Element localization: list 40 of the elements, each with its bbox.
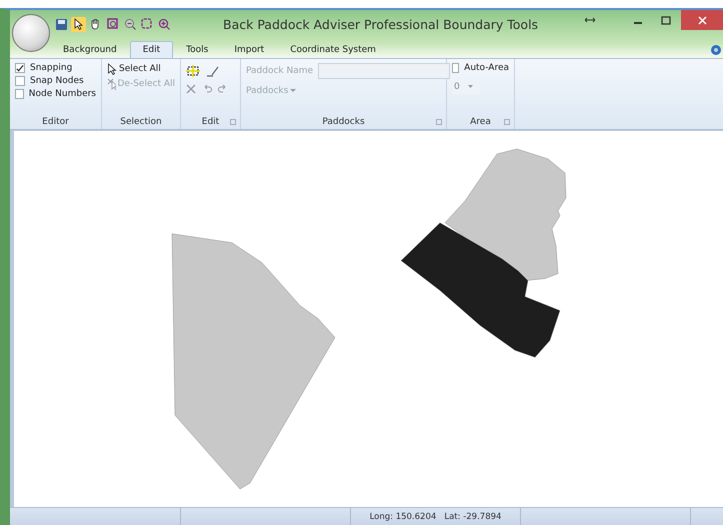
ribbon-tab[interactable]: Edit (130, 41, 174, 58)
group-label: Editor (42, 117, 69, 127)
ribbon-tab[interactable]: Import (221, 41, 278, 58)
caret-icon (290, 89, 296, 93)
zoom-in-icon[interactable] (156, 16, 171, 32)
checkbox-label: Snap Nodes (30, 76, 84, 86)
field-label: Paddock Name (246, 66, 314, 76)
maximize-icon (661, 16, 671, 24)
checkbox[interactable] (15, 63, 25, 73)
group-label: Area (470, 117, 491, 127)
close-button[interactable] (681, 10, 723, 30)
coordinates-readout: Long: 150.6204 Lat: -29.7894 (370, 512, 502, 522)
ribbon-tab[interactable]: Tools (173, 41, 222, 58)
group-label: Edit (202, 117, 220, 127)
deselect-cursor-icon (107, 78, 116, 90)
help-icon[interactable] (711, 45, 721, 55)
cursor-icon (107, 63, 117, 75)
save-icon[interactable] (54, 16, 69, 32)
close-icon (698, 16, 706, 24)
zoom-out-icon[interactable] (122, 16, 137, 32)
zoom-box-icon[interactable] (105, 16, 120, 32)
group-label: Paddocks (322, 117, 365, 127)
selection-button[interactable]: Select All (107, 63, 175, 75)
node-edit-icon[interactable] (186, 65, 200, 77)
group-label: Selection (120, 117, 162, 127)
application-button[interactable] (12, 14, 50, 52)
minimize-icon (634, 22, 642, 24)
checkbox-label: Node Numbers (28, 89, 96, 99)
checkbox[interactable] (15, 76, 25, 86)
window-title: Back Paddock Adviser Professional Boundary Tools (223, 16, 538, 32)
checkbox-label: Snapping (30, 63, 72, 73)
pencil-icon[interactable] (206, 65, 220, 77)
caret-icon (468, 85, 473, 88)
ribbon-tab[interactable]: Coordinate System (277, 41, 389, 58)
zoom-extent-icon[interactable] (139, 16, 154, 32)
checkbox[interactable] (452, 63, 460, 73)
checkbox-label: Auto-Area (464, 63, 509, 73)
checkbox[interactable] (15, 89, 24, 99)
ribbon-tab[interactable]: Background (50, 41, 130, 58)
pointer-icon[interactable] (71, 16, 86, 32)
